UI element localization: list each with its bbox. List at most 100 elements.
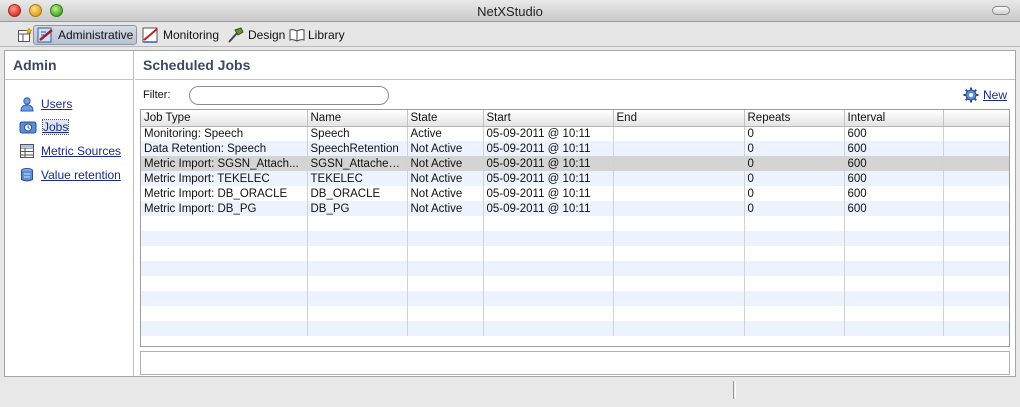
table-cell	[141, 276, 308, 291]
tab-monitoring[interactable]: Monitoring	[139, 25, 222, 45]
nav-item-users[interactable]: Users	[19, 96, 72, 112]
table-cell	[483, 291, 614, 306]
table-cell: 600	[844, 141, 944, 156]
table-cell	[307, 231, 408, 246]
table-cell	[407, 246, 484, 261]
title-bar: NetXStudio	[0, 0, 1020, 22]
table-cell: 05-09-2011 @ 10:11	[483, 201, 614, 216]
table-cell: 0	[744, 126, 845, 141]
table-header-row: Job Type Name State Start End Repeats In…	[141, 110, 1009, 127]
table-cell: 0	[744, 141, 845, 156]
table-cell: Not Active	[407, 186, 484, 201]
table-cell	[613, 321, 745, 336]
tab-monitoring-label: Monitoring	[163, 28, 220, 42]
filter-input[interactable]	[189, 86, 389, 105]
table-row[interactable]: Metric Import: DB_ORACLE DB_ORACLE Not Act…	[141, 186, 1009, 201]
tab-library-label: Library	[308, 28, 345, 42]
table-cell	[744, 231, 845, 246]
tab-design[interactable]: Design	[224, 25, 288, 45]
table-cell	[943, 201, 1009, 216]
jobs-icon	[19, 121, 37, 134]
jobs-title-divider	[135, 79, 1015, 80]
table-cell	[943, 231, 1009, 246]
table-cell	[141, 321, 308, 336]
table-row-empty	[141, 216, 1009, 231]
column-header-name[interactable]: Name	[307, 110, 408, 127]
table-cell: 0	[744, 171, 845, 186]
table-cell: Not Active	[407, 171, 484, 186]
table-cell: SGSN_Attached...	[307, 156, 408, 171]
tab-library[interactable]: Library	[286, 25, 348, 45]
table-row-empty	[141, 291, 1009, 306]
table-cell	[483, 276, 614, 291]
column-header-state[interactable]: State	[407, 110, 484, 127]
column-header-end[interactable]: End	[613, 110, 745, 127]
nav-item-jobs-label: Jobs	[41, 119, 70, 135]
table-row[interactable]: Metric Import: SGSN_Attach... SGSN_Attach…	[141, 156, 1009, 171]
table-row[interactable]: Metric Import: DB_PG DB_PG Not Active 05-09…	[141, 201, 1009, 216]
admin-title-divider	[5, 79, 134, 80]
table-cell	[844, 276, 944, 291]
scheduled-jobs-pane: Scheduled Jobs Filter: New Job Type Name…	[135, 51, 1015, 376]
table-cell	[613, 231, 745, 246]
tab-design-label: Design	[248, 28, 286, 42]
table-cell	[407, 261, 484, 276]
table-cell: 05-09-2011 @ 10:11	[483, 141, 614, 156]
table-cell: Speech	[307, 126, 408, 141]
table-cell	[307, 291, 408, 306]
table-cell	[307, 216, 408, 231]
table-cell: Not Active	[407, 201, 484, 216]
table-cell: 600	[844, 156, 944, 171]
table-cell	[943, 276, 1009, 291]
jobs-table-body: Monitoring: Speech Speech Active 05-09-2011…	[141, 126, 1009, 336]
table-cell: Metric Import: TEKELEC	[141, 171, 308, 186]
nav-item-metric-sources[interactable]: Metric Sources	[19, 143, 121, 159]
nav-item-jobs[interactable]: Jobs	[19, 119, 70, 135]
table-cell	[613, 246, 745, 261]
table-cell: Not Active	[407, 156, 484, 171]
table-cell	[844, 291, 944, 306]
table-cell: Data Retention: Speech	[141, 141, 308, 156]
table-cell	[744, 291, 845, 306]
table-cell	[483, 216, 614, 231]
table-cell	[844, 246, 944, 261]
new-job-button[interactable]: New	[963, 87, 1007, 103]
main-frame: Admin Users Jobs Metric Sources Value re…	[4, 50, 1016, 377]
table-cell: 0	[744, 156, 845, 171]
table-cell	[943, 126, 1009, 141]
admin-title: Admin	[13, 57, 57, 73]
column-header-repeats[interactable]: Repeats	[744, 110, 845, 127]
page-title: Scheduled Jobs	[143, 57, 251, 73]
table-cell: DB_ORACLE	[307, 186, 408, 201]
table-cell: SpeechRetention	[307, 141, 408, 156]
table-cell	[141, 306, 308, 321]
administrative-icon	[37, 27, 53, 43]
table-cell	[613, 276, 745, 291]
column-header-interval[interactable]: Interval	[844, 110, 944, 127]
database-icon	[21, 168, 33, 182]
table-row[interactable]: Metric Import: TEKELEC TEKELEC Not Active 0…	[141, 171, 1009, 186]
library-icon	[289, 29, 305, 42]
table-row[interactable]: Monitoring: Speech Speech Active 05-09-2011…	[141, 126, 1009, 141]
nav-item-value-retention[interactable]: Value retention	[19, 167, 121, 183]
status-splitter-handle[interactable]	[733, 381, 736, 399]
open-perspective-icon	[18, 27, 33, 42]
table-cell: 600	[844, 186, 944, 201]
table-cell	[613, 216, 745, 231]
table-cell	[613, 261, 745, 276]
table-cell	[943, 321, 1009, 336]
table-row[interactable]: Data Retention: Speech SpeechRetention Not…	[141, 141, 1009, 156]
column-header-start[interactable]: Start	[483, 110, 614, 127]
table-cell	[307, 306, 408, 321]
table-cell	[943, 291, 1009, 306]
table-cell	[744, 261, 845, 276]
table-cell: Metric Import: DB_PG	[141, 201, 308, 216]
table-cell: DB_PG	[307, 201, 408, 216]
column-header-job-type[interactable]: Job Type	[141, 110, 308, 127]
toolbar-toggle-button[interactable]	[992, 6, 1010, 15]
table-cell	[613, 186, 745, 201]
table-cell: Active	[407, 126, 484, 141]
tab-administrative[interactable]: Administrative	[33, 25, 138, 45]
table-cell	[744, 246, 845, 261]
table-cell	[744, 321, 845, 336]
